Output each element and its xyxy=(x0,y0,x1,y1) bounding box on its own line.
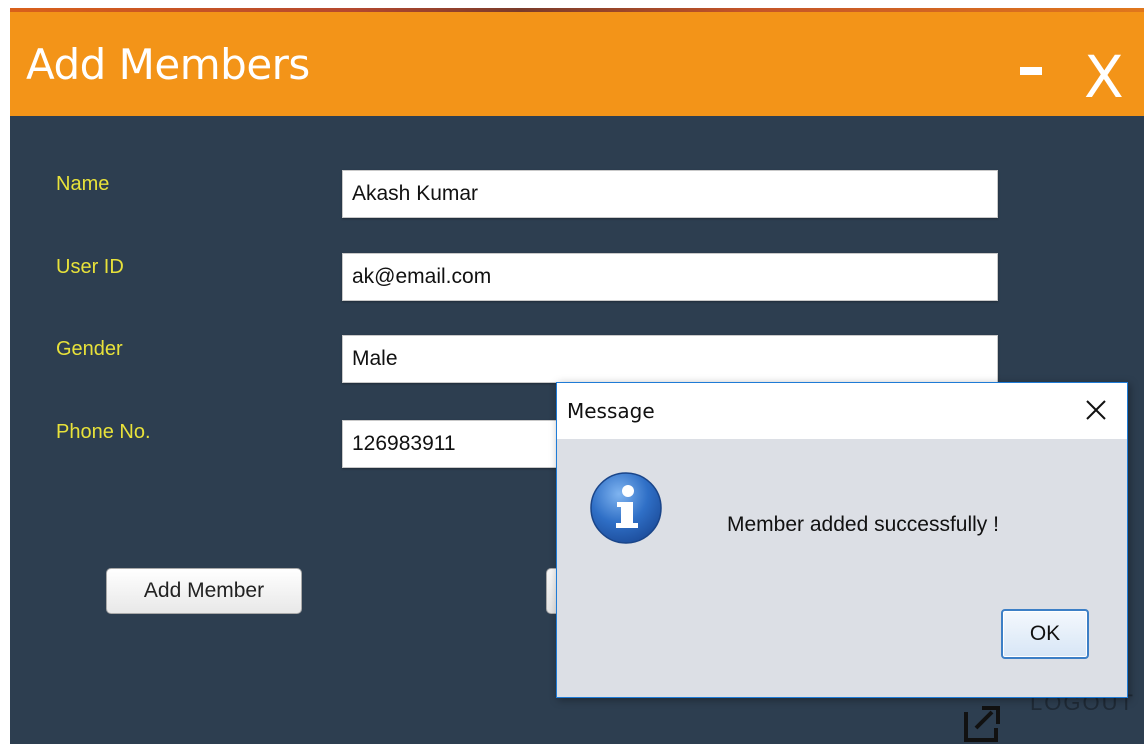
window-title: Add Members xyxy=(26,40,310,89)
dialog-body: Member added successfully ! OK xyxy=(557,439,1127,697)
add-member-button[interactable]: Add Member xyxy=(106,568,302,614)
gender-input[interactable] xyxy=(342,335,998,383)
ok-button[interactable]: OK xyxy=(1001,609,1089,659)
user-id-input[interactable] xyxy=(342,253,998,301)
user-id-label: User ID xyxy=(56,256,124,278)
phone-label: Phone No. xyxy=(56,421,151,443)
minimize-icon xyxy=(1020,67,1042,75)
dialog-close-icon[interactable] xyxy=(1077,391,1115,429)
minimize-button[interactable] xyxy=(1016,64,1046,78)
dialog-message: Member added successfully ! xyxy=(727,513,999,536)
logout-icon xyxy=(964,706,1000,742)
title-bar: Add Members X xyxy=(10,12,1144,116)
close-button[interactable]: X xyxy=(1084,48,1144,108)
name-label: Name xyxy=(56,173,110,195)
info-icon xyxy=(590,472,662,544)
name-input[interactable] xyxy=(342,170,998,218)
dialog-title: Message xyxy=(567,399,655,423)
dialog-title-bar: Message xyxy=(557,383,1127,439)
message-dialog: Message Member added successfully ! OK xyxy=(556,382,1128,698)
gender-label: Gender xyxy=(56,338,123,360)
